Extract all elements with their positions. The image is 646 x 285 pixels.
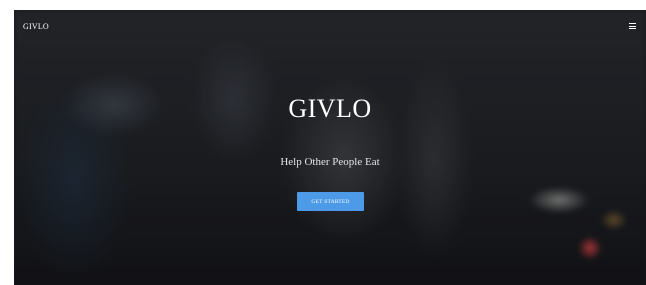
menu-bar-bottom bbox=[629, 28, 636, 29]
get-started-button[interactable]: GET STARTED bbox=[297, 192, 364, 211]
menu-bar-top bbox=[629, 23, 636, 24]
menu-bar-middle bbox=[629, 25, 636, 27]
brand-logo[interactable]: GIVLO bbox=[23, 22, 49, 31]
hero-subtitle: Help Other People Eat bbox=[280, 156, 380, 168]
hero-overlay bbox=[14, 10, 646, 285]
hero-title: GIVLO bbox=[288, 94, 372, 123]
hamburger-menu-icon[interactable] bbox=[629, 23, 636, 29]
hero-section: GIVLO GIVLO Help Other People Eat GET ST… bbox=[14, 10, 646, 285]
